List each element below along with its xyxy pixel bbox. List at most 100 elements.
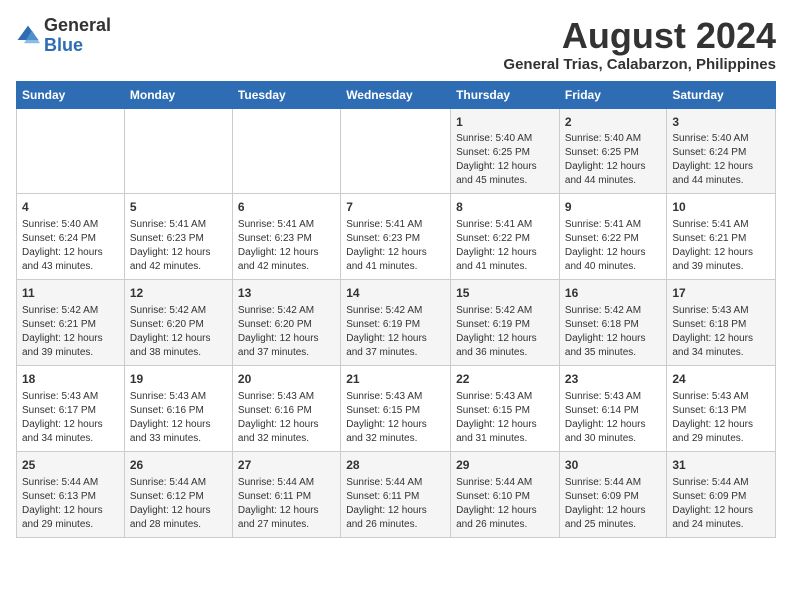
- day-info: Sunrise: 5:44 AM Sunset: 6:13 PM Dayligh…: [22, 476, 119, 532]
- day-number: 26: [130, 457, 227, 474]
- calendar-week-2: 4Sunrise: 5:40 AM Sunset: 6:24 PM Daylig…: [17, 194, 776, 280]
- day-number: 19: [130, 371, 227, 388]
- location-subtitle: General Trias, Calabarzon, Philippines: [503, 56, 776, 73]
- calendar-cell: 9 Sunrise: 5:41 AM Sunset: 6:22 PM Daylig…: [559, 194, 666, 280]
- day-number: 6: [238, 199, 335, 216]
- calendar-cell: 8 Sunrise: 5:41 AM Sunset: 6:22 PM Daylig…: [451, 194, 560, 280]
- day-info: Sunrise: 5:41 AM Sunset: 6:22 PM Dayligh…: [565, 218, 661, 274]
- day-number: 16: [565, 285, 661, 302]
- calendar-cell: 5 Sunrise: 5:41 AM Sunset: 6:23 PM Daylig…: [124, 194, 232, 280]
- day-number: 5: [130, 199, 227, 216]
- day-info: Sunrise: 5:43 AM Sunset: 6:16 PM Dayligh…: [238, 390, 335, 446]
- day-number: 25: [22, 457, 119, 474]
- day-info: Sunrise: 5:42 AM Sunset: 6:18 PM Dayligh…: [565, 304, 661, 360]
- calendar-cell: [341, 108, 451, 194]
- calendar-cell: 7 Sunrise: 5:41 AM Sunset: 6:23 PM Daylig…: [341, 194, 451, 280]
- calendar-cell: 15 Sunrise: 5:42 AM Sunset: 6:19 PM Dayli…: [451, 280, 560, 366]
- day-info: Sunrise: 5:43 AM Sunset: 6:17 PM Dayligh…: [22, 390, 119, 446]
- calendar-cell: 6 Sunrise: 5:41 AM Sunset: 6:23 PM Daylig…: [232, 194, 340, 280]
- calendar-cell: [17, 108, 125, 194]
- day-number: 21: [346, 371, 445, 388]
- calendar-cell: 19 Sunrise: 5:43 AM Sunset: 6:16 PM Dayli…: [124, 365, 232, 451]
- calendar-cell: 27 Sunrise: 5:44 AM Sunset: 6:11 PM Dayli…: [232, 451, 340, 537]
- day-info: Sunrise: 5:42 AM Sunset: 6:20 PM Dayligh…: [238, 304, 335, 360]
- calendar-cell: [232, 108, 340, 194]
- day-info: Sunrise: 5:43 AM Sunset: 6:14 PM Dayligh…: [565, 390, 661, 446]
- calendar-cell: 23Sunrise: 5:43 AM Sunset: 6:14 PM Dayli…: [559, 365, 666, 451]
- day-info: Sunrise: 5:44 AM Sunset: 6:10 PM Dayligh…: [456, 476, 554, 532]
- day-info: Sunrise: 5:44 AM Sunset: 6:12 PM Dayligh…: [130, 476, 227, 532]
- calendar-cell: 22Sunrise: 5:43 AM Sunset: 6:15 PM Dayli…: [451, 365, 560, 451]
- calendar-cell: 11Sunrise: 5:42 AM Sunset: 6:21 PM Dayli…: [17, 280, 125, 366]
- day-number: 10: [672, 199, 770, 216]
- day-header-monday: Monday: [124, 81, 232, 108]
- day-info: Sunrise: 5:40 AM Sunset: 6:25 PM Dayligh…: [565, 132, 661, 188]
- day-info: Sunrise: 5:41 AM Sunset: 6:23 PM Dayligh…: [238, 218, 335, 274]
- day-number: 22: [456, 371, 554, 388]
- day-number: 17: [672, 285, 770, 302]
- day-number: 20: [238, 371, 335, 388]
- calendar-header-row: SundayMondayTuesdayWednesdayThursdayFrid…: [17, 81, 776, 108]
- day-number: 13: [238, 285, 335, 302]
- calendar-cell: 3Sunrise: 5:40 AM Sunset: 6:24 PM Daylig…: [667, 108, 776, 194]
- day-number: 31: [672, 457, 770, 474]
- calendar-cell: 29 Sunrise: 5:44 AM Sunset: 6:10 PM Dayli…: [451, 451, 560, 537]
- day-number: 30: [565, 457, 661, 474]
- day-number: 29: [456, 457, 554, 474]
- day-number: 15: [456, 285, 554, 302]
- calendar-cell: 12 Sunrise: 5:42 AM Sunset: 6:20 PM Dayli…: [124, 280, 232, 366]
- logo-icon: [16, 24, 40, 48]
- calendar-week-4: 18 Sunrise: 5:43 AM Sunset: 6:17 PM Dayli…: [17, 365, 776, 451]
- day-info: Sunrise: 5:43 AM Sunset: 6:16 PM Dayligh…: [130, 390, 227, 446]
- calendar-cell: 1Sunrise: 5:40 AM Sunset: 6:25 PM Daylig…: [451, 108, 560, 194]
- day-info: Sunrise: 5:44 AM Sunset: 6:09 PM Dayligh…: [672, 476, 770, 532]
- day-header-tuesday: Tuesday: [232, 81, 340, 108]
- day-info: Sunrise: 5:40 AM Sunset: 6:24 PM Dayligh…: [22, 218, 119, 274]
- day-info: Sunrise: 5:42 AM Sunset: 6:19 PM Dayligh…: [456, 304, 554, 360]
- calendar-week-5: 25 Sunrise: 5:44 AM Sunset: 6:13 PM Dayli…: [17, 451, 776, 537]
- day-number: 27: [238, 457, 335, 474]
- calendar-cell: 30 Sunrise: 5:44 AM Sunset: 6:09 PM Dayli…: [559, 451, 666, 537]
- calendar-cell: 20 Sunrise: 5:43 AM Sunset: 6:16 PM Dayli…: [232, 365, 340, 451]
- calendar-cell: 18 Sunrise: 5:43 AM Sunset: 6:17 PM Dayli…: [17, 365, 125, 451]
- day-info: Sunrise: 5:42 AM Sunset: 6:20 PM Dayligh…: [130, 304, 227, 360]
- day-number: 7: [346, 199, 445, 216]
- day-info: Sunrise: 5:41 AM Sunset: 6:23 PM Dayligh…: [130, 218, 227, 274]
- calendar-cell: 21 Sunrise: 5:43 AM Sunset: 6:15 PM Dayli…: [341, 365, 451, 451]
- calendar-cell: 2Sunrise: 5:40 AM Sunset: 6:25 PM Daylig…: [559, 108, 666, 194]
- calendar-cell: 25 Sunrise: 5:44 AM Sunset: 6:13 PM Dayli…: [17, 451, 125, 537]
- day-header-wednesday: Wednesday: [341, 81, 451, 108]
- day-number: 14: [346, 285, 445, 302]
- calendar-week-3: 11Sunrise: 5:42 AM Sunset: 6:21 PM Dayli…: [17, 280, 776, 366]
- calendar-cell: 16 Sunrise: 5:42 AM Sunset: 6:18 PM Dayli…: [559, 280, 666, 366]
- title-block: August 2024 General Trias, Calabarzon, P…: [503, 16, 776, 73]
- calendar-cell: 10 Sunrise: 5:41 AM Sunset: 6:21 PM Dayli…: [667, 194, 776, 280]
- logo-text-general: General: [44, 16, 111, 36]
- month-title: August 2024: [503, 16, 776, 56]
- day-number: 1: [456, 114, 554, 131]
- day-header-sunday: Sunday: [17, 81, 125, 108]
- day-info: Sunrise: 5:41 AM Sunset: 6:22 PM Dayligh…: [456, 218, 554, 274]
- calendar-week-1: 1 Sunrise: 5:40 AM Sunset: 6:25 PM Daylig…: [17, 108, 776, 194]
- day-info: Sunrise: 5:40 AM Sunset: 6:24 PM Dayligh…: [672, 132, 770, 188]
- day-info: Sunrise: 5:43 AM Sunset: 6:15 PM Dayligh…: [346, 390, 445, 446]
- day-info: Sunrise: 5:44 AM Sunset: 6:11 PM Dayligh…: [346, 476, 445, 532]
- day-info: Sunrise: 5:43 AM Sunset: 6:18 PM Dayligh…: [672, 304, 770, 360]
- day-info: Sunrise: 5:42 AM Sunset: 6:19 PM Dayligh…: [346, 304, 445, 360]
- day-header-saturday: Saturday: [667, 81, 776, 108]
- day-number: 8: [456, 199, 554, 216]
- day-info: Sunrise: 5:41 AM Sunset: 6:21 PM Dayligh…: [672, 218, 770, 274]
- calendar-table: SundayMondayTuesdayWednesdayThursdayFrid…: [16, 81, 776, 538]
- calendar-cell: [124, 108, 232, 194]
- day-number: 18: [22, 371, 119, 388]
- day-number: 12: [130, 285, 227, 302]
- day-number: 9: [565, 199, 661, 216]
- calendar-cell: 28 Sunrise: 5:44 AM Sunset: 6:11 PM Dayli…: [341, 451, 451, 537]
- day-header-thursday: Thursday: [451, 81, 560, 108]
- day-info: Sunrise: 5:44 AM Sunset: 6:11 PM Dayligh…: [238, 476, 335, 532]
- calendar-cell: 17 Sunrise: 5:43 AM Sunset: 6:18 PM Dayli…: [667, 280, 776, 366]
- day-number: 28: [346, 457, 445, 474]
- day-info: Sunrise: 5:44 AM Sunset: 6:09 PM Dayligh…: [565, 476, 661, 532]
- day-info: Sunrise: 5:41 AM Sunset: 6:23 PM Dayligh…: [346, 218, 445, 274]
- calendar-cell: 31 Sunrise: 5:44 AM Sunset: 6:09 PM Dayli…: [667, 451, 776, 537]
